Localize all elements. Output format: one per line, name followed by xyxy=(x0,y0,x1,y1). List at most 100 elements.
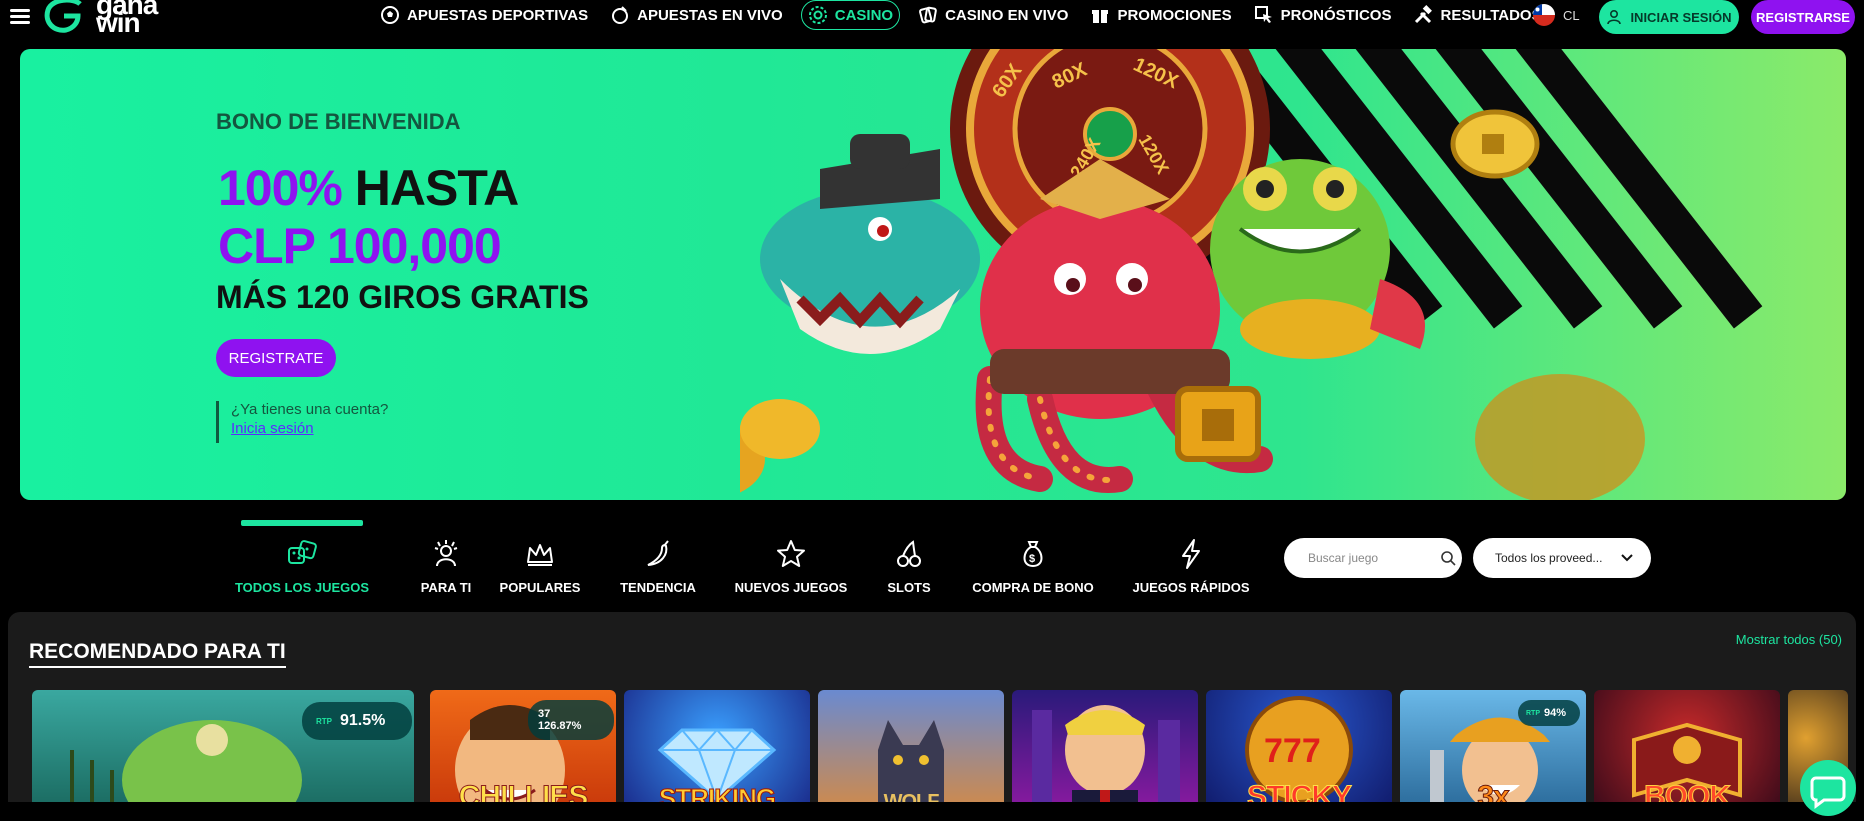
nav-label: CASINO EN VIVO xyxy=(945,6,1069,24)
gold-ingot-icon xyxy=(1175,386,1261,462)
rtp-value: 126.87% xyxy=(538,720,582,732)
user-icon xyxy=(1607,9,1622,25)
wolf-icon xyxy=(878,720,944,802)
category-label: JUEGOS RÁPIDOS xyxy=(1132,580,1250,595)
nav-casino-en-vivo[interactable]: CASINO EN VIVO xyxy=(914,1,1072,29)
game-card[interactable]: STRIKING xyxy=(624,690,810,802)
game-card[interactable]: 777 STICKY xyxy=(1206,690,1392,802)
login-button[interactable]: INICIAR SESIÓN xyxy=(1599,0,1739,34)
live-ball-icon xyxy=(612,6,629,24)
hero-artwork: 60X 80X 120X 240X 120X X xyxy=(740,49,1645,500)
tab-nuevos-juegos[interactable]: NUEVOS JUEGOS xyxy=(735,518,847,595)
game-card[interactable]: RTP 94% 3x xyxy=(1400,690,1586,802)
tab-compra-de-bono[interactable]: $ COMPRA DE BONO xyxy=(972,518,1094,595)
rtp-count: 37 xyxy=(538,708,551,720)
games-row: RTP 91.5% 37 126.87% CHILLIES STRIKING W… xyxy=(32,690,1856,802)
dice-icon xyxy=(288,540,317,564)
game-title: STRIKING xyxy=(658,783,776,803)
chat-bubble-icon xyxy=(1810,776,1846,809)
hero-register-button[interactable]: REGISTRATE xyxy=(216,339,336,377)
shark-character-icon xyxy=(760,134,980,354)
gold-coin-icon xyxy=(1450,109,1540,179)
rtp-value: 94% xyxy=(1544,707,1567,719)
caricature-icon xyxy=(1032,705,1180,802)
cursor-chart-icon xyxy=(1254,6,1272,23)
nav-apuestas-en-vivo[interactable]: APUESTAS EN VIVO xyxy=(606,1,787,29)
section-title: RECOMENDADO PARA TI xyxy=(29,640,286,668)
nav-label: RESULTADOS xyxy=(1440,6,1542,24)
login-label: INICIAR SESIÓN xyxy=(1630,9,1732,25)
nav-resultados[interactable]: RESULTADOS xyxy=(1409,1,1545,29)
rtp-badge: RTP 91.5% xyxy=(302,702,412,740)
category-label: COMPRA DE BONO xyxy=(972,580,1094,595)
hero-subtitle: BONO DE BIENVENIDA xyxy=(216,109,461,134)
svg-text:777: 777 xyxy=(1264,732,1321,770)
cards-icon xyxy=(919,6,937,24)
nav-label: CASINO xyxy=(834,6,894,24)
chile-flag-icon[interactable] xyxy=(1533,4,1555,26)
hero-percent: 100% xyxy=(218,160,343,216)
logo-text: gana win xyxy=(96,0,158,38)
tab-todos-los-juegos[interactable]: TODOS LOS JUEGOS xyxy=(235,518,369,595)
tab-para-ti[interactable]: PARA TI xyxy=(406,518,486,595)
hero-account-box: ¿Ya tienes una cuenta? Inicia sesión xyxy=(216,401,388,443)
recommended-section: RECOMENDADO PARA TI Mostrar todos (50) R… xyxy=(8,612,1856,802)
gift-icon xyxy=(1092,10,1109,23)
game-title: CHILLIES xyxy=(458,780,589,803)
hero-headline-2: CLP 100,000 xyxy=(218,218,502,274)
rtp-badge: 37 126.87% xyxy=(528,700,614,740)
nav-apuestas-deportivas[interactable]: APUESTAS DEPORTIVAS xyxy=(376,1,592,29)
cherries-icon xyxy=(897,540,921,567)
star-icon xyxy=(777,540,805,567)
game-card[interactable]: 37 126.87% CHILLIES xyxy=(430,690,616,802)
menu-icon[interactable] xyxy=(10,6,30,26)
game-title: WOLF xyxy=(883,791,940,802)
game-card[interactable]: WOLF xyxy=(818,690,1004,802)
money-bag-icon: $ xyxy=(1023,541,1043,568)
game-card[interactable] xyxy=(1012,690,1198,802)
hammer-icon xyxy=(1415,5,1433,24)
nav-pronosticos[interactable]: PRONÓSTICOS xyxy=(1250,1,1396,29)
soccer-ball-icon xyxy=(381,6,399,24)
hero-login-link[interactable]: Inicia sesión xyxy=(231,420,388,437)
logo[interactable]: gana win xyxy=(44,0,158,38)
tab-populares[interactable]: POPULARES xyxy=(500,518,580,595)
category-label: TENDENCIA xyxy=(620,580,696,595)
game-title: STICKY xyxy=(1246,780,1352,803)
rtp-value: 91.5% xyxy=(340,712,386,729)
tab-juegos-rapidos[interactable]: JUEGOS RÁPIDOS xyxy=(1132,518,1250,595)
game-title: BOOK xyxy=(1644,780,1732,803)
hero-banner[interactable]: 60X 80X 120X 240X 120X X xyxy=(20,49,1846,500)
category-label: SLOTS xyxy=(887,580,931,595)
register-button[interactable]: REGISTRARSE xyxy=(1751,0,1855,34)
nav-promociones[interactable]: PROMOCIONES xyxy=(1086,1,1235,29)
tab-slots[interactable]: SLOTS xyxy=(882,518,936,595)
provider-select[interactable]: Todos los proveed... xyxy=(1473,538,1651,578)
nav-label: PRONÓSTICOS xyxy=(1280,6,1392,24)
game-title: 3x xyxy=(1477,780,1510,803)
svg-text:$: $ xyxy=(1029,553,1035,565)
nav-label: APUESTAS DEPORTIVAS xyxy=(407,6,589,24)
nav-casino[interactable]: CASINO xyxy=(800,0,901,30)
search-icon[interactable] xyxy=(1440,550,1456,566)
tab-tendencia[interactable]: TENDENCIA xyxy=(618,518,698,595)
hero-headline-3: MÁS 120 GIROS GRATIS xyxy=(216,279,589,315)
nav-label: APUESTAS EN VIVO xyxy=(637,6,783,24)
chevron-down-icon xyxy=(1621,554,1633,562)
casino-chip-icon xyxy=(808,6,827,24)
game-card[interactable]: BOOK xyxy=(1594,690,1780,802)
hero-headline-1: 100% HASTA xyxy=(218,159,519,217)
provider-selected: Todos los proveed... xyxy=(1495,551,1603,565)
category-label: NUEVOS JUEGOS xyxy=(734,580,848,595)
category-label: POPULARES xyxy=(499,580,581,595)
show-all-link[interactable]: Mostrar todos (50) xyxy=(1736,632,1842,647)
frog-character-icon xyxy=(1210,159,1425,359)
country-code[interactable]: CL xyxy=(1563,8,1580,23)
chat-button[interactable] xyxy=(1800,760,1856,816)
gold-coin-icon xyxy=(740,399,820,459)
game-card[interactable]: RTP 91.5% xyxy=(32,690,414,802)
chili-icon xyxy=(647,540,669,566)
search-input[interactable] xyxy=(1306,550,1440,566)
rtp-label: RTP xyxy=(1526,709,1540,717)
rtp-badge: RTP 94% xyxy=(1518,700,1580,726)
